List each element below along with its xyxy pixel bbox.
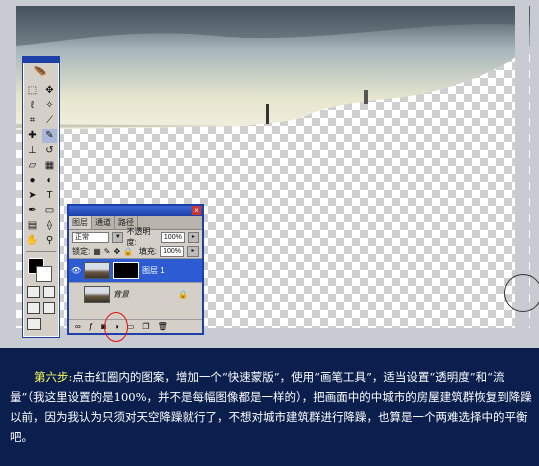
tool-grid: ⬚ ✥ ℓ ✧ ⌗ ⟋ ✚ ✎ ⊥ ↺ ▱ ▦ ● ◐ ➤ T ✒ ▭ ▤ ⟠ … xyxy=(23,83,59,249)
layer-thumbnail xyxy=(84,262,110,279)
mask-mode-row xyxy=(23,284,59,300)
opacity-input[interactable]: 100% xyxy=(160,231,185,243)
fill-arrow-icon[interactable]: ▸ xyxy=(187,245,199,257)
shape-tool-icon[interactable]: ▭ xyxy=(42,204,57,218)
highlight-circle xyxy=(104,312,128,342)
blend-row: 正常 ▼ 不透明度: 100% ▸ xyxy=(69,227,202,247)
feather-logo-icon: 🪶 xyxy=(33,66,49,80)
fill-input[interactable]: 100% xyxy=(160,245,184,257)
gradient-tool-icon[interactable]: ▦ xyxy=(42,159,57,173)
lasso-tool-icon[interactable]: ℓ xyxy=(25,99,40,113)
step-label: 第六步: xyxy=(34,370,73,384)
layer-name: 背景 xyxy=(113,290,129,299)
toolbox: 🪶 ⬚ ✥ ℓ ✧ ⌗ ⟋ ✚ ✎ ⊥ ↺ ▱ ▦ ● ◐ ➤ T ✒ ▭ ▤ … xyxy=(22,56,60,338)
new-layer-icon[interactable]: ❐ xyxy=(142,322,149,331)
trash-icon[interactable]: 🗑 xyxy=(158,322,168,331)
crop-tool-icon[interactable]: ⌗ xyxy=(25,114,40,128)
lock-all-icon[interactable]: 🔒 xyxy=(123,247,133,256)
tab-channels[interactable]: 通道 xyxy=(92,216,115,229)
move-tool-icon[interactable]: ✥ xyxy=(42,84,57,98)
eraser-tool-icon[interactable]: ▱ xyxy=(25,159,40,173)
layer-name: 图层 1 xyxy=(142,266,165,275)
screen-mode-full-button[interactable] xyxy=(42,302,55,314)
layer-row-layer1[interactable]: 👁 图层 1 xyxy=(69,258,202,282)
layers-panel: × 图层 通道 路径 正常 ▼ 不透明度: 100% ▸ 锁定: ▦ ✎ ✥ 🔒… xyxy=(67,204,204,335)
caption-paragraph: 第六步:点击红圈内的图案，增加一个“快速蒙版”，使用“画笔工具”，适当设置“透明… xyxy=(10,367,532,447)
marquee-tool-icon[interactable]: ⬚ xyxy=(25,84,40,98)
blur-tool-icon[interactable]: ● xyxy=(25,174,40,188)
layer-style-icon[interactable]: ƒ xyxy=(89,322,93,331)
layer-mask-thumbnail[interactable] xyxy=(113,262,139,279)
close-icon[interactable]: × xyxy=(192,206,201,215)
layer-thumbnail xyxy=(84,286,110,303)
jump-row xyxy=(23,316,59,332)
pen-tool-icon[interactable]: ✒ xyxy=(25,204,40,218)
layers-panel-titlebar[interactable]: × xyxy=(69,206,202,216)
magic-wand-tool-icon[interactable]: ✧ xyxy=(42,99,57,113)
dodge-tool-icon[interactable]: ◐ xyxy=(42,174,57,188)
link-icon[interactable]: ∞ xyxy=(75,322,81,331)
notes-tool-icon[interactable]: ▤ xyxy=(25,219,40,233)
visibility-eye-icon[interactable]: 👁 xyxy=(71,266,81,276)
path-select-tool-icon[interactable]: ➤ xyxy=(25,189,40,203)
visibility-toggle[interactable] xyxy=(71,290,81,300)
brush-cursor-icon xyxy=(504,274,539,312)
type-tool-icon[interactable]: T xyxy=(42,189,57,203)
color-swatches[interactable] xyxy=(23,254,59,284)
history-brush-tool-icon[interactable]: ↺ xyxy=(42,144,57,158)
screen-mode-standard-button[interactable] xyxy=(27,302,40,314)
lock-label: 锁定: xyxy=(72,246,91,256)
healing-brush-tool-icon[interactable]: ✚ xyxy=(25,129,40,143)
lock-icon: 🔒 xyxy=(178,290,188,299)
quick-mask-mode-button[interactable] xyxy=(42,286,55,298)
opacity-arrow-icon[interactable]: ▸ xyxy=(187,231,199,243)
layers-footer: ∞ ƒ ◙ ◑ ▭ ❐ 🗑 xyxy=(69,319,202,333)
eyedropper-tool-icon[interactable]: ⟠ xyxy=(42,219,57,233)
lock-paint-icon[interactable]: ✎ xyxy=(104,247,111,256)
jump-to-imageready-button[interactable] xyxy=(27,318,41,330)
layer-row-background[interactable]: 背景 🔒 xyxy=(69,282,202,306)
slice-tool-icon[interactable]: ⟋ xyxy=(42,114,57,128)
screenshot-area: 🪶 ⬚ ✥ ℓ ✧ ⌗ ⟋ ✚ ✎ ⊥ ↺ ▱ ▦ ● ◐ ➤ T ✒ ▭ ▤ … xyxy=(0,0,539,348)
lock-position-icon[interactable]: ✥ xyxy=(114,247,121,256)
standard-mode-button[interactable] xyxy=(27,286,40,298)
clone-stamp-tool-icon[interactable]: ⊥ xyxy=(25,144,40,158)
tab-layers[interactable]: 图层 xyxy=(69,216,92,229)
background-color-swatch[interactable] xyxy=(36,266,52,282)
hand-tool-icon[interactable]: ✋ xyxy=(25,234,40,248)
blend-mode-select[interactable]: 正常 xyxy=(72,231,110,243)
caption-text: 点击红圈内的图案，增加一个“快速蒙版”，使用“画笔工具”，适当设置“透明度”和“… xyxy=(10,370,532,444)
lock-transparency-icon[interactable]: ▦ xyxy=(93,247,101,256)
divider xyxy=(26,251,56,252)
screen-mode-row xyxy=(23,300,59,316)
brush-tool-icon[interactable]: ✎ xyxy=(42,129,57,143)
chevron-down-icon[interactable]: ▼ xyxy=(112,231,124,243)
fill-label: 填充: xyxy=(138,246,158,256)
zoom-tool-icon[interactable]: ⚲ xyxy=(42,234,57,248)
